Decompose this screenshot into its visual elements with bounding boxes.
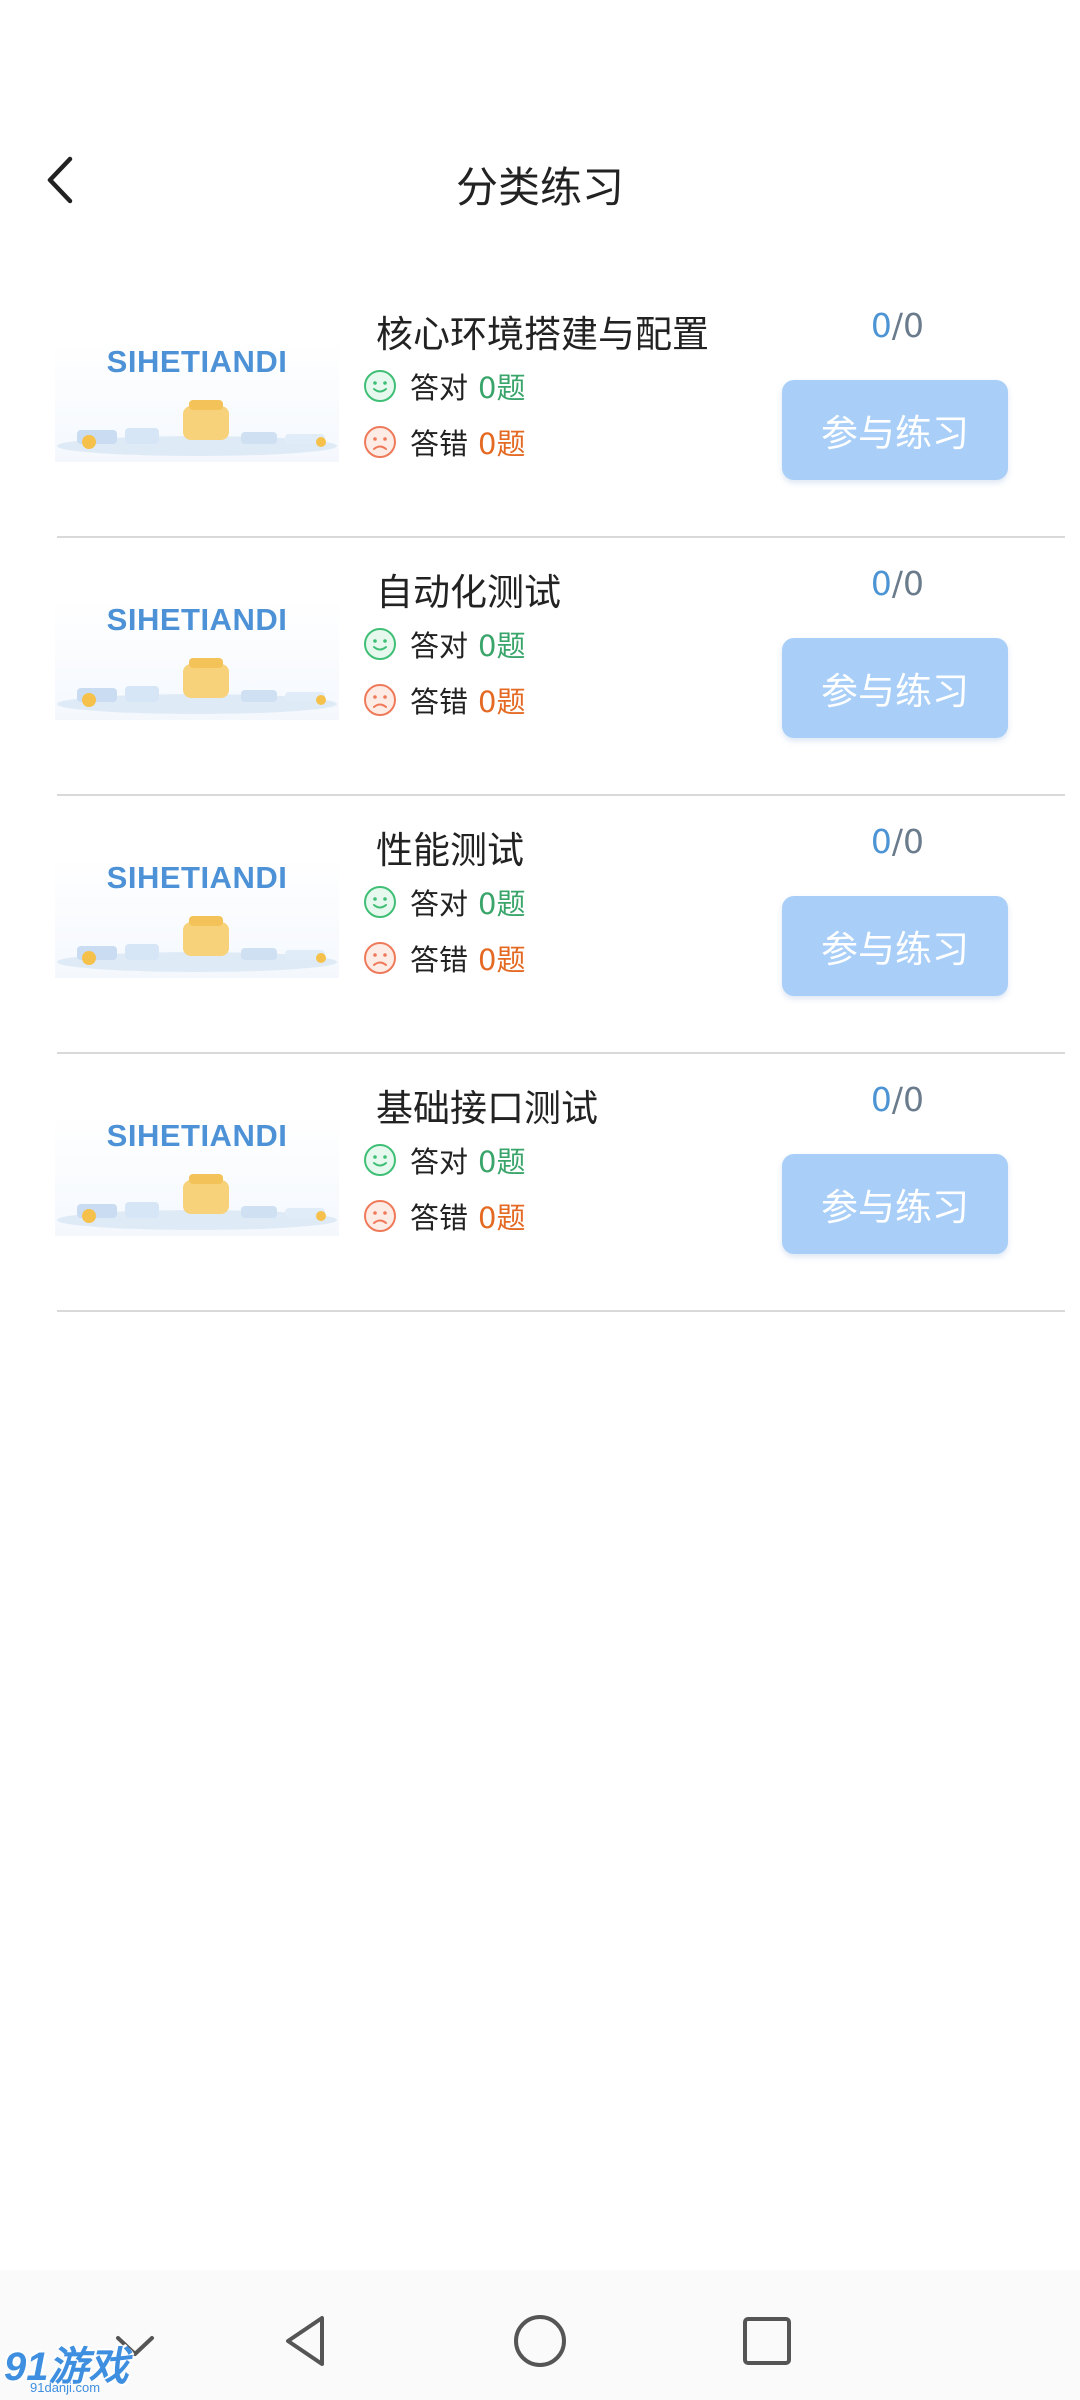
category-thumbnail: SIHETIANDI bbox=[55, 340, 339, 462]
progress-count: 0/0 bbox=[871, 306, 924, 345]
progress-done: 0 bbox=[870, 822, 892, 861]
category-thumbnail: SIHETIANDI bbox=[55, 598, 339, 720]
thumbnail-scene-illustration bbox=[57, 400, 337, 456]
wrong-count: 0题 bbox=[478, 1201, 526, 1235]
row-divider bbox=[57, 1310, 1065, 1312]
smile-face-icon bbox=[364, 370, 396, 402]
correct-label: 答对 bbox=[410, 629, 469, 663]
correct-label: 答对 bbox=[410, 887, 469, 921]
thumbnail-brand-text: SIHETIANDI bbox=[106, 1118, 288, 1153]
wrong-label: 答错 bbox=[410, 943, 469, 977]
watermark-url: 91danji.com bbox=[30, 2380, 101, 2395]
smile-face-icon bbox=[364, 1144, 396, 1176]
progress-total: /0 bbox=[891, 1080, 924, 1119]
category-list: SIHETIANDI 核心环境搭建与配置 答对 0题 答错 0题 0/0 参与练… bbox=[0, 280, 1080, 1312]
correct-count: 0题 bbox=[478, 1145, 526, 1179]
category-thumbnail: SIHETIANDI bbox=[55, 1114, 339, 1236]
correct-label: 答对 bbox=[410, 371, 469, 405]
nav-recent-icon[interactable] bbox=[732, 2306, 802, 2376]
watermark-logo: 91游戏 91danji.com bbox=[4, 2334, 136, 2398]
wrong-count: 0题 bbox=[478, 943, 526, 977]
progress-total: /0 bbox=[891, 822, 924, 861]
correct-count: 0题 bbox=[478, 629, 526, 663]
thumbnail-brand-text: SIHETIANDI bbox=[106, 860, 288, 895]
practice-button[interactable]: 参与练习 bbox=[782, 1154, 1008, 1254]
progress-count: 0/0 bbox=[871, 564, 924, 603]
progress-total: /0 bbox=[891, 306, 924, 345]
practice-button[interactable]: 参与练习 bbox=[782, 380, 1008, 480]
smile-face-icon bbox=[364, 628, 396, 660]
thumbnail-scene-illustration bbox=[57, 658, 337, 714]
thumbnail-brand-text: SIHETIANDI bbox=[106, 602, 288, 637]
category-title: 自动化测试 bbox=[376, 571, 561, 614]
thumbnail-brand-text: SIHETIANDI bbox=[106, 344, 288, 379]
progress-done: 0 bbox=[870, 306, 892, 345]
wrong-count: 0题 bbox=[478, 427, 526, 461]
wrong-stat: 答错 0题 bbox=[362, 1194, 525, 1238]
category-row: SIHETIANDI 基础接口测试 答对 0题 答错 0题 0/0 参与练习 bbox=[0, 1054, 1080, 1312]
thumbnail-scene-illustration bbox=[57, 1174, 337, 1230]
thumbnail-scene-illustration bbox=[57, 916, 337, 972]
header: 分类练习 bbox=[0, 120, 1080, 240]
sad-face-icon bbox=[364, 942, 396, 974]
progress-done: 0 bbox=[870, 564, 892, 603]
nav-back-icon[interactable] bbox=[272, 2306, 342, 2376]
page: 分类练习 SIHETIANDI 核心环境搭建与配置 答对 0题 答错 0题 0/… bbox=[0, 0, 1080, 2400]
correct-stat: 答对 0题 bbox=[362, 880, 525, 924]
system-nav-bar bbox=[0, 2270, 1080, 2400]
progress-done: 0 bbox=[870, 1080, 892, 1119]
sad-face-icon bbox=[364, 426, 396, 458]
sad-face-icon bbox=[364, 684, 396, 716]
category-title: 核心环境搭建与配置 bbox=[376, 313, 709, 356]
category-row: SIHETIANDI 性能测试 答对 0题 答错 0题 0/0 参与练习 bbox=[0, 796, 1080, 1054]
correct-stat: 答对 0题 bbox=[362, 1138, 525, 1182]
sad-face-icon bbox=[364, 1200, 396, 1232]
category-row: SIHETIANDI 核心环境搭建与配置 答对 0题 答错 0题 0/0 参与练… bbox=[0, 280, 1080, 538]
progress-count: 0/0 bbox=[871, 822, 924, 861]
smile-face-icon bbox=[364, 886, 396, 918]
correct-label: 答对 bbox=[410, 1145, 469, 1179]
category-thumbnail: SIHETIANDI bbox=[55, 856, 339, 978]
wrong-count: 0题 bbox=[478, 685, 526, 719]
category-row: SIHETIANDI 自动化测试 答对 0题 答错 0题 0/0 参与练习 bbox=[0, 538, 1080, 796]
wrong-label: 答错 bbox=[410, 685, 469, 719]
category-title: 性能测试 bbox=[376, 829, 524, 872]
practice-button[interactable]: 参与练习 bbox=[782, 896, 1008, 996]
correct-stat: 答对 0题 bbox=[362, 622, 525, 666]
wrong-stat: 答错 0题 bbox=[362, 420, 525, 464]
nav-home-icon[interactable] bbox=[505, 2306, 575, 2376]
page-title: 分类练习 bbox=[455, 163, 624, 212]
category-title: 基础接口测试 bbox=[376, 1087, 598, 1130]
correct-count: 0题 bbox=[478, 371, 526, 405]
wrong-stat: 答错 0题 bbox=[362, 936, 525, 980]
progress-total: /0 bbox=[891, 564, 924, 603]
wrong-stat: 答错 0题 bbox=[362, 678, 525, 722]
practice-button[interactable]: 参与练习 bbox=[782, 638, 1008, 738]
progress-count: 0/0 bbox=[871, 1080, 924, 1119]
correct-stat: 答对 0题 bbox=[362, 364, 525, 408]
wrong-label: 答错 bbox=[410, 1201, 469, 1235]
correct-count: 0题 bbox=[478, 887, 526, 921]
wrong-label: 答错 bbox=[410, 427, 469, 461]
